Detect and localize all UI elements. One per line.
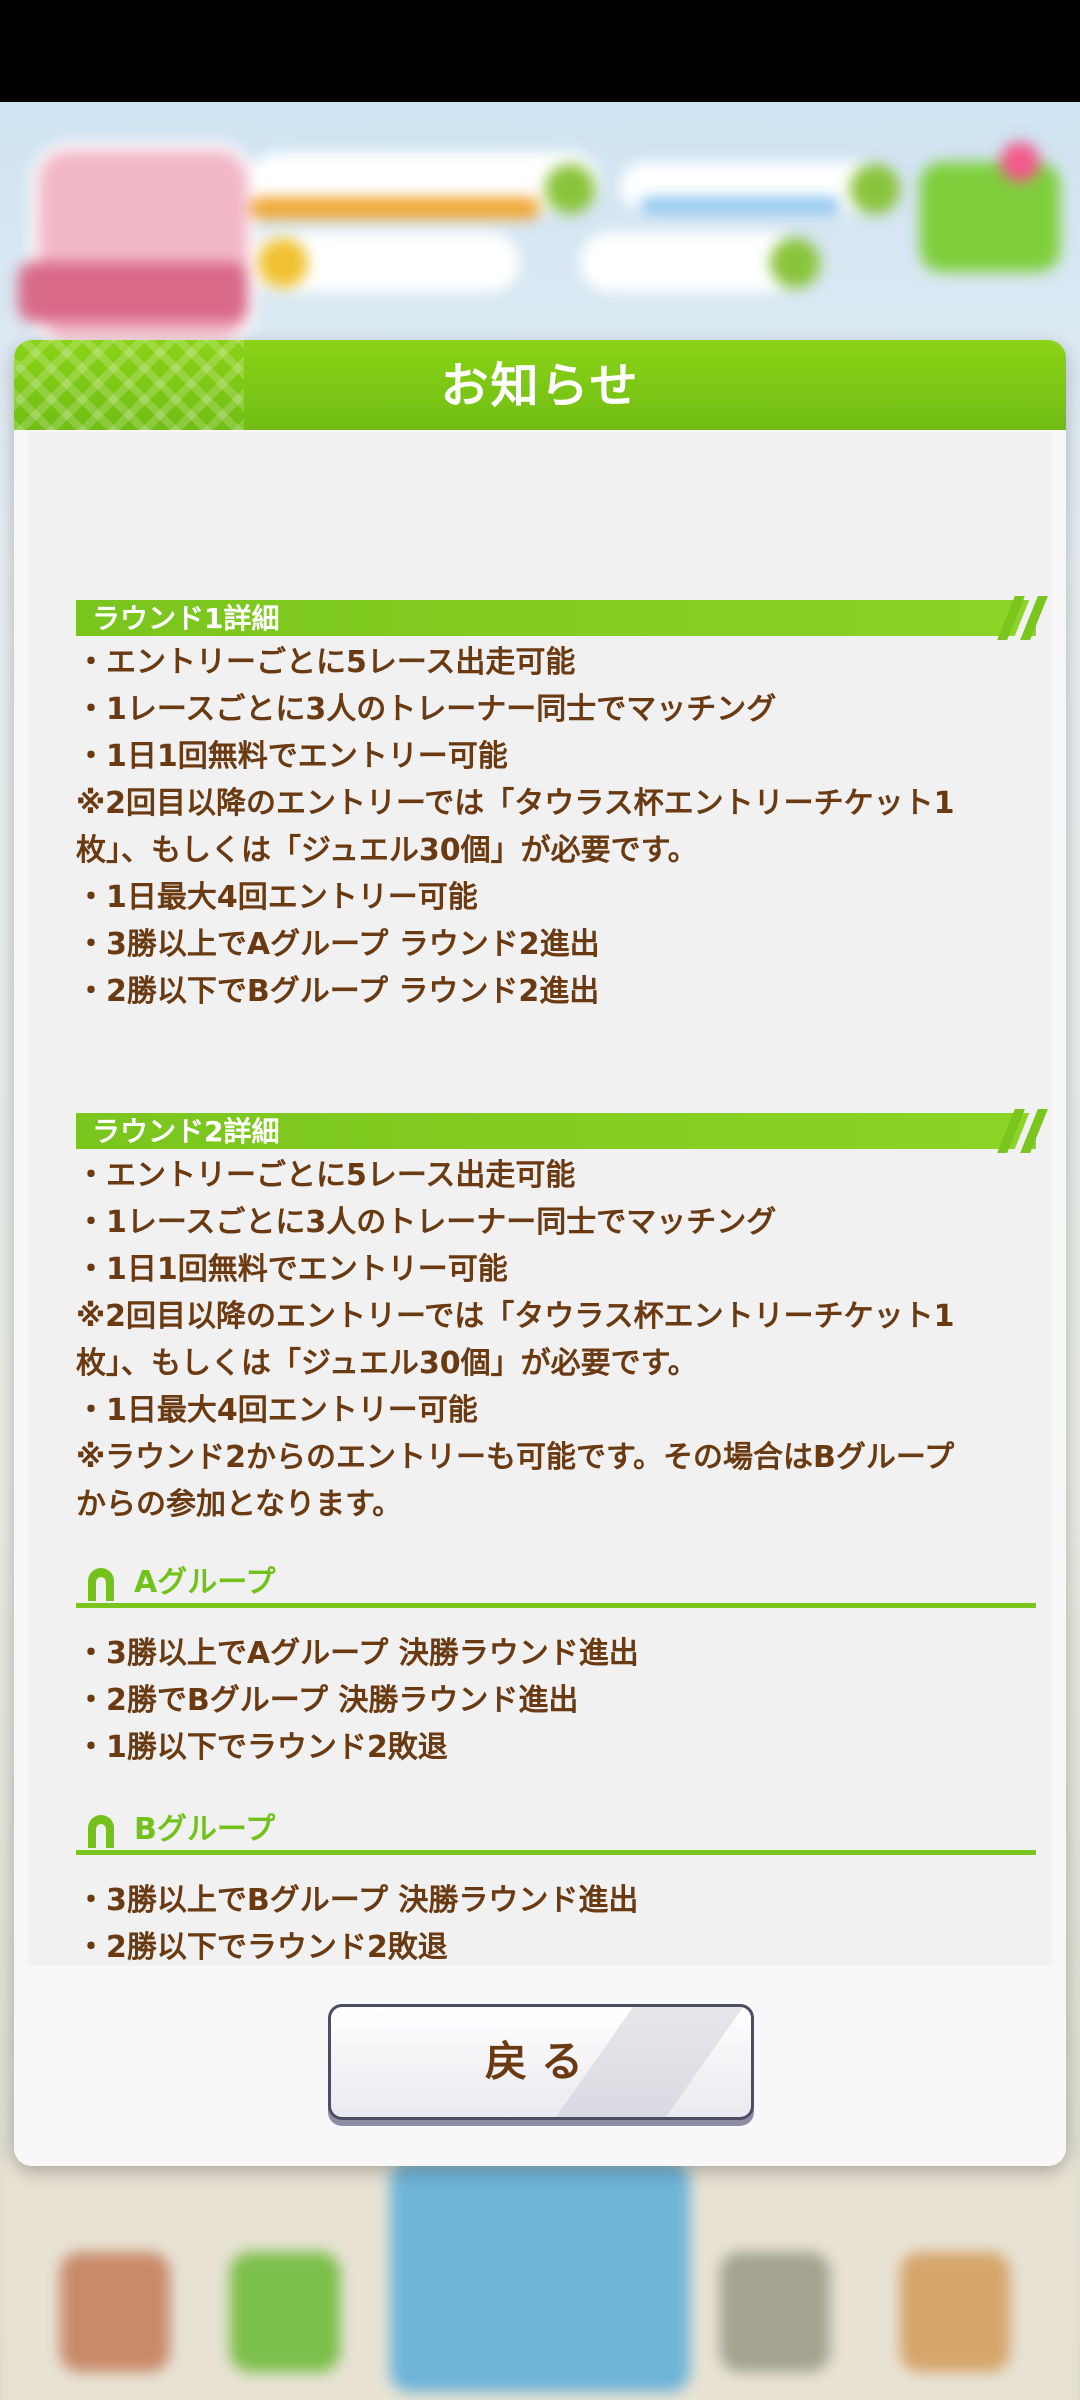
- round1-line: ・1レースごとに3人のトレーナー同士でマッチング: [76, 692, 777, 727]
- round2-line: ・1レースごとに3人のトレーナー同士でマッチング: [76, 1205, 777, 1240]
- status-bar: [0, 0, 1080, 102]
- group-a-line: ・3勝以上でAグループ 決勝ラウンド進出: [76, 1636, 639, 1671]
- group-b-line: ・2勝以下でラウンド2敗退: [76, 1930, 448, 1965]
- group-a-line: ・2勝でBグループ 決勝ラウンド進出: [76, 1683, 579, 1718]
- round1-line: ※2回目以降のエントリーでは「タウラス杯エントリーチケット1: [76, 786, 955, 821]
- round1-line: ・エントリーごとに5レース出走可能: [76, 645, 576, 680]
- dialog-header: お知らせ: [14, 340, 1066, 430]
- group-b-heading: Bグループ: [76, 1806, 1036, 1856]
- section-heading-round2: ラウンド2詳細: [76, 1109, 1048, 1153]
- group-a-line: ・1勝以下でラウンド2敗退: [76, 1730, 448, 1765]
- horseshoe-icon: [88, 1568, 114, 1601]
- round1-line: ・2勝以下でBグループ ラウンド2進出: [76, 974, 600, 1009]
- section-heading-label: ラウンド1詳細: [92, 602, 280, 635]
- group-b-label: Bグループ: [134, 1812, 276, 1847]
- round2-line: からの参加となります。: [76, 1487, 403, 1522]
- section-heading-round1: ラウンド1詳細: [76, 596, 1048, 640]
- round2-line: ・1日最大4回エントリー可能: [76, 1393, 478, 1428]
- group-b-rule: [76, 1850, 1036, 1855]
- group-b-line: ・3勝以上でBグループ 決勝ラウンド進出: [76, 1883, 639, 1918]
- dialog-footer: 戻る: [14, 1966, 1066, 2166]
- dialog-title: お知らせ: [440, 358, 640, 414]
- notice-dialog: お知らせ ラウンド1詳細 ・エントリーごとに5レース出走可能 ・1レースごとに3…: [14, 340, 1066, 2166]
- section-heading-label: ラウンド2詳細: [92, 1115, 280, 1148]
- back-button-label: 戻る: [484, 2037, 597, 2086]
- round1-line: ・3勝以上でAグループ ラウンド2進出: [76, 927, 600, 962]
- group-a-heading: Aグループ: [76, 1559, 1036, 1609]
- round2-line: ※ラウンド2からのエントリーも可能です。その場合はBグループ: [76, 1440, 955, 1475]
- group-a-rule: [76, 1603, 1036, 1608]
- horseshoe-icon: [88, 1815, 114, 1848]
- round1-line: 枚」、もしくは「ジュエル30個」が必要です。: [76, 833, 698, 868]
- round2-line: ※2回目以降のエントリーでは「タウラス杯エントリーチケット1: [76, 1299, 955, 1334]
- round2-line: ・1日1回無料でエントリー可能: [76, 1252, 508, 1287]
- round2-line: ・エントリーごとに5レース出走可能: [76, 1158, 576, 1193]
- back-button[interactable]: 戻る: [328, 2004, 754, 2120]
- group-a-label: Aグループ: [134, 1565, 276, 1600]
- notice-content[interactable]: ラウンド1詳細 ・エントリーごとに5レース出走可能 ・1レースごとに3人のトレー…: [28, 432, 1052, 1966]
- round1-line: ・1日最大4回エントリー可能: [76, 880, 478, 915]
- round2-line: 枚」、もしくは「ジュエル30個」が必要です。: [76, 1346, 698, 1381]
- round1-line: ・1日1回無料でエントリー可能: [76, 739, 508, 774]
